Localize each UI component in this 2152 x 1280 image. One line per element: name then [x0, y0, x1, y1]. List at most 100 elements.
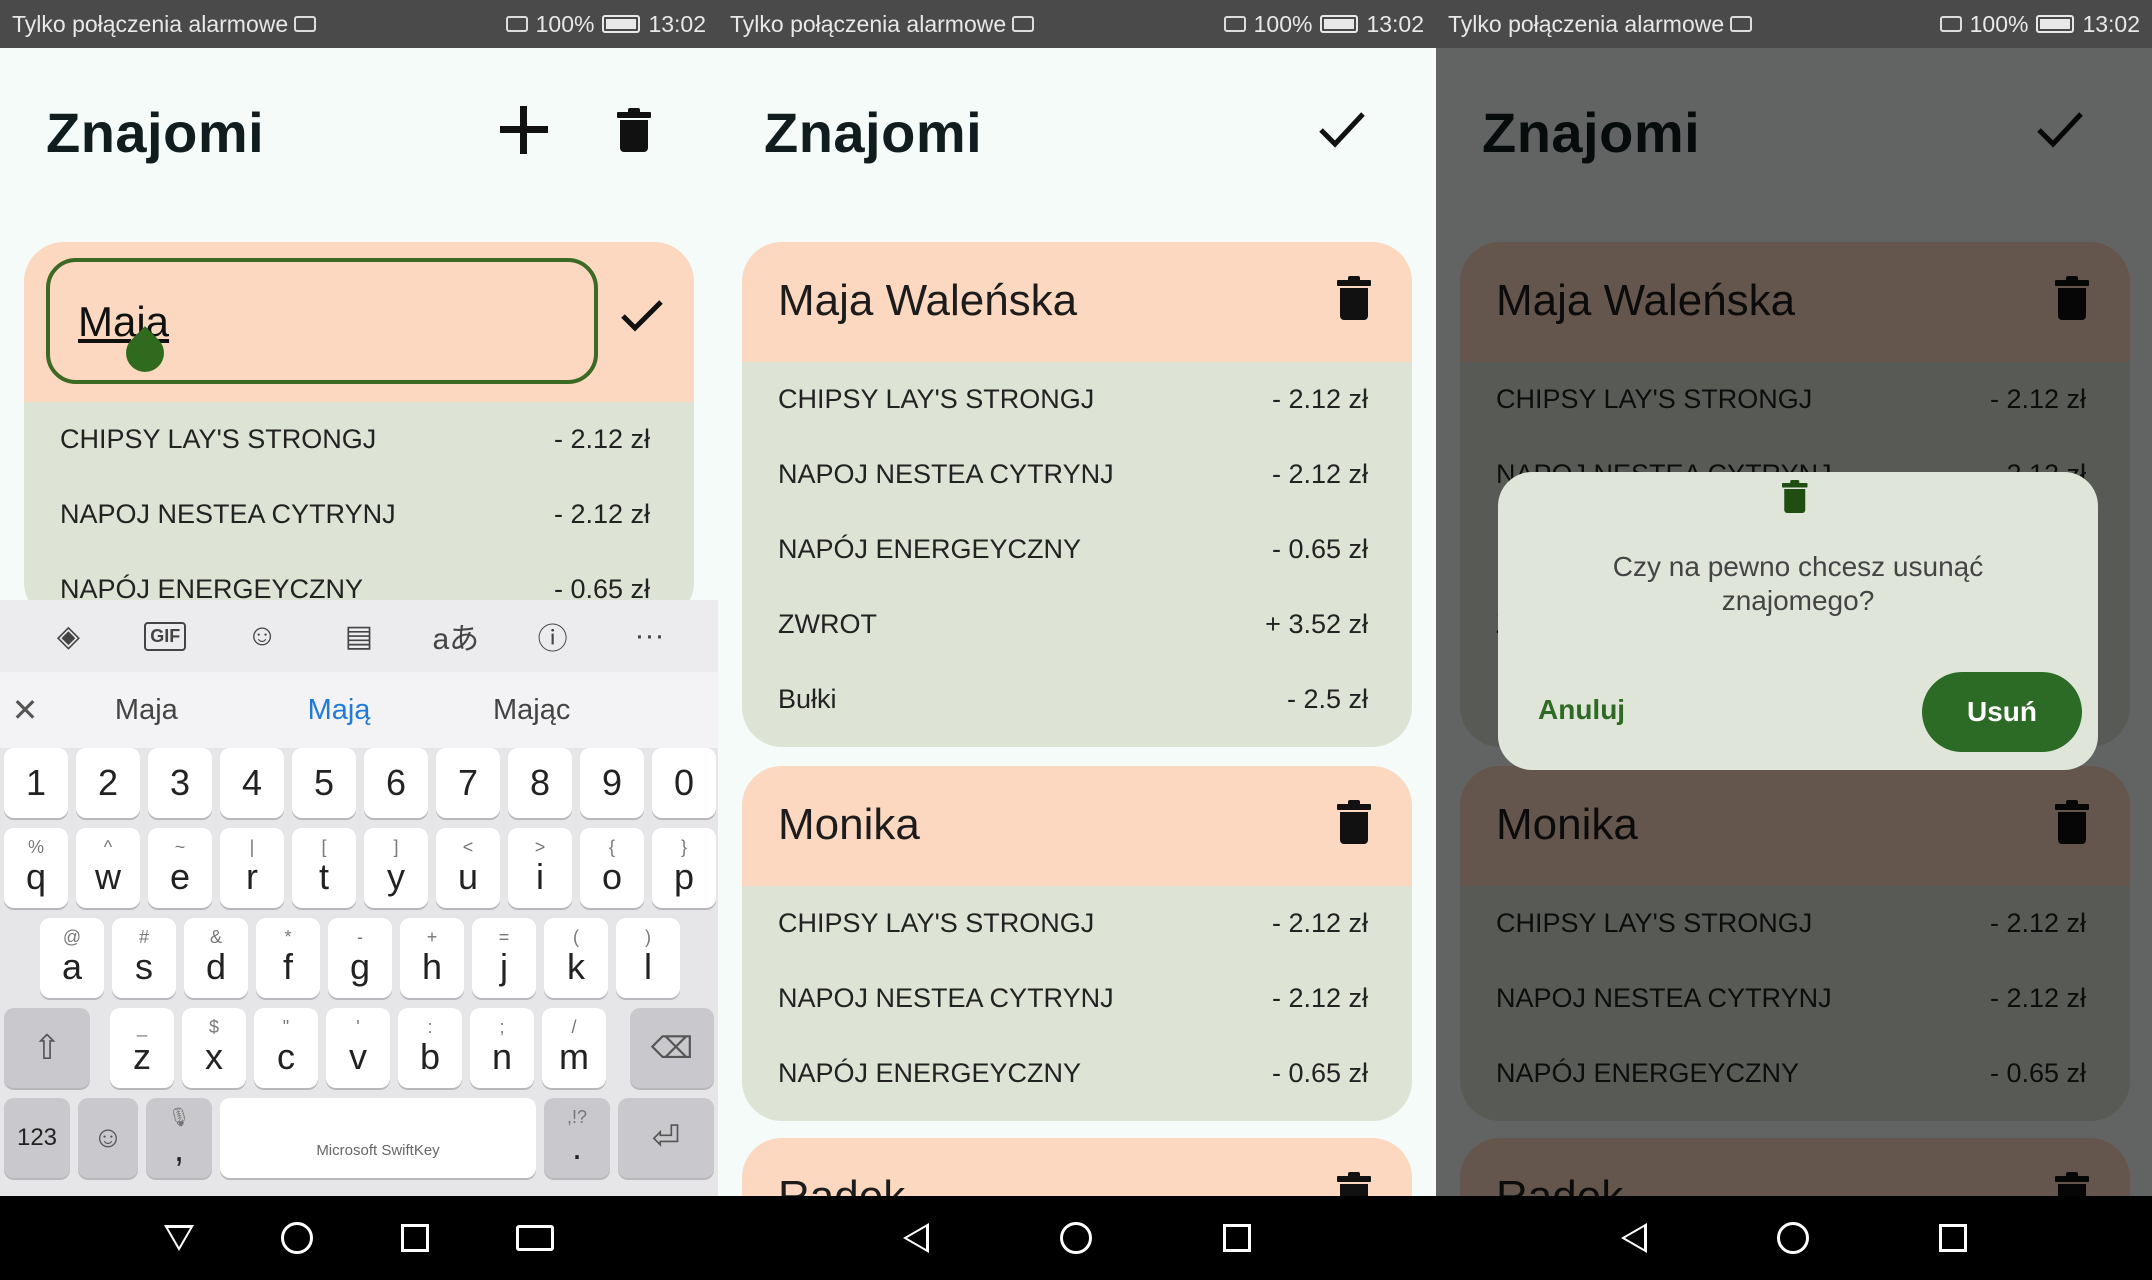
key-e[interactable]: ~ e [148, 828, 212, 908]
info-icon[interactable]: ⓘ [523, 611, 583, 661]
close-suggestions-icon[interactable]: ✕ [0, 691, 50, 729]
shift-key[interactable]: ⇧ [4, 1008, 90, 1088]
key-q[interactable]: % q [4, 828, 68, 908]
back-icon[interactable] [163, 1225, 194, 1251]
key-g[interactable]: -g [328, 918, 392, 998]
key-label: v [349, 1036, 367, 1077]
key-j[interactable]: = j [472, 918, 536, 998]
key-o[interactable]: {o [580, 828, 644, 908]
key-1[interactable]: 1 [4, 748, 68, 818]
key-alt-label: - [357, 927, 363, 947]
key-w[interactable]: ^ w [76, 828, 140, 908]
key-8[interactable]: 8 [508, 748, 572, 818]
expense-price: - 2.12 zł [1271, 908, 1368, 938]
recents-icon[interactable] [1939, 1224, 1967, 1252]
key-k[interactable]: (k [544, 918, 608, 998]
translate-icon[interactable]: aあ [426, 611, 486, 661]
key-v[interactable]: ' v [326, 1008, 390, 1088]
wifi-icon [1939, 16, 1962, 32]
done-button[interactable] [1310, 98, 1374, 162]
enter-key[interactable]: ⏎ [618, 1098, 714, 1178]
check-icon [621, 300, 663, 332]
key-t[interactable]: [t [292, 828, 356, 908]
back-icon[interactable] [903, 1223, 930, 1253]
key-x[interactable]: $ x [182, 1008, 246, 1088]
home-icon[interactable] [1777, 1222, 1809, 1254]
friend-name: Maja Waleńska [778, 276, 1078, 325]
back-icon[interactable] [1621, 1223, 1647, 1253]
keyboard-switch-icon[interactable] [516, 1225, 555, 1251]
expense-name: CHIPSY LAY'S STRONGJ [778, 908, 1095, 938]
backspace-icon: ⌫ [650, 1031, 694, 1065]
period-key[interactable]: ,!?. [544, 1098, 610, 1178]
recents-icon[interactable] [1222, 1224, 1251, 1252]
delete-mode-button[interactable] [602, 98, 666, 162]
suggestion-3[interactable]: Mając [435, 694, 628, 727]
key-i[interactable]: > i [508, 828, 572, 908]
key-r[interactable]: | r [220, 828, 284, 908]
key-label: j [500, 946, 508, 987]
numbers-toggle-key[interactable]: 123 [4, 1098, 70, 1178]
key-label: , [173, 1127, 184, 1169]
key-b[interactable]: :b [398, 1008, 462, 1088]
key-h[interactable]: + h [400, 918, 464, 998]
key-5[interactable]: 5 [292, 748, 356, 818]
clipboard-icon[interactable]: ▤ [329, 611, 389, 661]
cancel-button[interactable]: Anuluj [1538, 694, 1625, 726]
battery-icon [1320, 15, 1359, 33]
key-label: 0 [673, 762, 695, 803]
key-c[interactable]: " c [254, 1008, 318, 1088]
home-icon[interactable] [281, 1222, 314, 1254]
key-label: 123 [16, 1124, 58, 1151]
key-f[interactable]: * f [256, 918, 320, 998]
key-m[interactable]: / m [542, 1008, 606, 1088]
friend-name: Monika [778, 800, 920, 849]
key-s[interactable]: # s [112, 918, 176, 998]
suggestion-2[interactable]: Mają [243, 694, 436, 727]
emoji-icon: ☺ [92, 1121, 124, 1154]
key-n[interactable]: ; n [470, 1008, 534, 1088]
delete-friend-button[interactable] [1326, 792, 1382, 852]
clock: 13:02 [648, 10, 706, 37]
key-alt-label: & [209, 927, 222, 947]
backspace-key[interactable]: ⌫ [630, 1008, 714, 1088]
key-z[interactable]: _ z [110, 1008, 174, 1088]
key-label: 6 [385, 762, 407, 803]
key-3[interactable]: 3 [148, 748, 212, 818]
key-6[interactable]: 6 [364, 748, 428, 818]
delete-friend-button[interactable] [1326, 268, 1382, 328]
battery-text: 100% [1253, 10, 1313, 37]
suggestion-1[interactable]: Maja [50, 694, 243, 727]
key-y[interactable]: ] y [364, 828, 428, 908]
confirm-name-button[interactable] [612, 286, 672, 346]
more-icon[interactable]: ··· [619, 611, 679, 661]
key-4[interactable]: 4 [220, 748, 284, 818]
key-label: h [421, 946, 443, 987]
emoji-key[interactable]: ☺ [78, 1098, 138, 1178]
key-9[interactable]: 9 [580, 748, 644, 818]
recents-icon[interactable] [400, 1224, 429, 1252]
friend-name-input[interactable]: Maja [46, 258, 598, 384]
key-7[interactable]: 7 [436, 748, 500, 818]
expense-price: - 2.12 zł [1271, 983, 1368, 1013]
card-header: Maja Waleńska [742, 242, 1412, 362]
keyboard-toolbar: ◈ GIF ☺ ▤ aあ ⓘ ··· [0, 600, 718, 672]
confirm-delete-button[interactable]: Usuń [1922, 672, 2082, 752]
home-icon[interactable] [1059, 1222, 1092, 1254]
comma-key[interactable]: 🎙, [146, 1098, 212, 1178]
key-a[interactable]: @ a [40, 918, 104, 998]
space-key[interactable]: Microsoft SwiftKey [220, 1098, 536, 1178]
sticker-icon[interactable]: ☺ [232, 611, 292, 661]
copilot-icon[interactable]: ◈ [38, 611, 98, 661]
key-u[interactable]: < u [436, 828, 500, 908]
trash-icon [1782, 480, 1808, 513]
key-alt-label: @ [62, 927, 82, 947]
key-d[interactable]: & d [184, 918, 248, 998]
key-alt-label: { [608, 837, 615, 857]
key-l[interactable]: ) l [616, 918, 680, 998]
gif-icon[interactable]: GIF [135, 611, 195, 661]
key-2[interactable]: 2 [76, 748, 140, 818]
key-p[interactable]: } p [652, 828, 716, 908]
add-button[interactable] [492, 98, 556, 162]
key-0[interactable]: 0 [652, 748, 716, 818]
